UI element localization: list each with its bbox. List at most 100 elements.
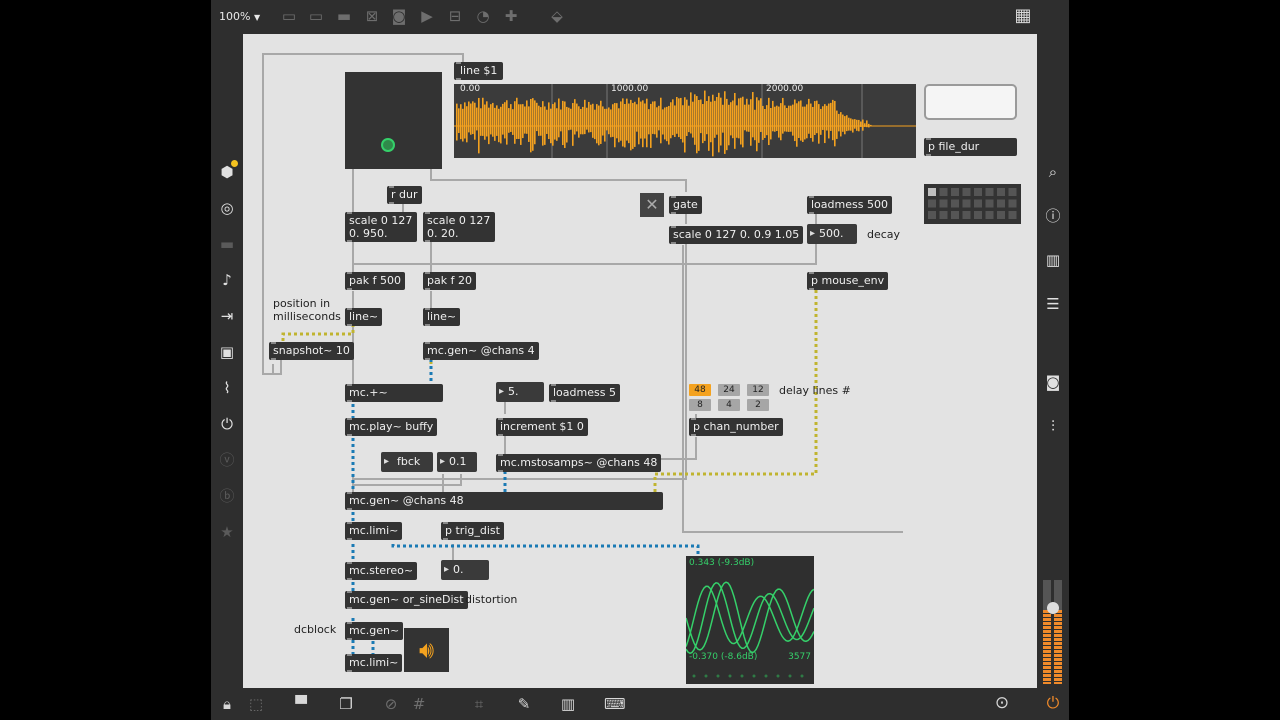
scale-c[interactable]: scale 0 127 0. 0.9 1.05 — [669, 226, 804, 244]
music-note-icon[interactable]: ♪ — [217, 270, 237, 290]
gate-toggle[interactable]: ✕ — [640, 193, 664, 217]
pak-500[interactable]: pak f 500 — [345, 272, 405, 290]
matrix-cell[interactable] — [1008, 211, 1017, 219]
gate-object[interactable]: gate — [669, 196, 702, 214]
windows-icon[interactable]: ❐ — [337, 696, 355, 712]
matrix-cell[interactable] — [985, 188, 994, 196]
xy-pad-knob[interactable] — [381, 138, 395, 152]
hide-icon[interactable]: ⊘ — [382, 696, 400, 712]
scale-a[interactable]: scale 0 127 0. 950. — [345, 212, 417, 242]
camera-icon[interactable]: ◙ — [1043, 372, 1063, 392]
matrix-control[interactable] — [924, 184, 1021, 224]
magnet-icon[interactable]: ⌗ — [470, 696, 488, 712]
loadmess-5[interactable]: loadmess 5 — [549, 384, 620, 402]
grid-icon[interactable]: # — [410, 696, 428, 712]
p-mouse-env[interactable]: p mouse_env — [807, 272, 889, 290]
zoom-control[interactable]: 100% ▼ — [219, 10, 260, 23]
paint-bucket-icon[interactable]: ⬙ — [548, 8, 566, 24]
r-dur[interactable]: r dur — [387, 186, 422, 204]
matrix-cell[interactable] — [974, 199, 982, 208]
plug-icon[interactable]: ⏻ — [217, 414, 237, 434]
inlet-icon[interactable]: ▶ — [418, 8, 436, 24]
matrix-cell[interactable] — [928, 199, 936, 208]
mc-gen-sinedist[interactable]: mc.gen~ or_sineDist — [345, 591, 468, 609]
matrix-cell[interactable] — [997, 199, 1005, 208]
matrix-cell[interactable] — [928, 211, 936, 219]
mc-plus[interactable]: mc.+~ — [345, 384, 443, 402]
radio-2[interactable]: 2 — [747, 399, 769, 411]
mixer-icon[interactable]: ⫶ — [1043, 416, 1063, 436]
oscilloscope[interactable]: 0.343 (-9.3dB) -0.370 (-8.6dB) 3577 — [685, 556, 815, 684]
display-icon[interactable]: ▬ — [217, 234, 237, 254]
matrix-cell[interactable] — [974, 188, 982, 196]
matrix-cell[interactable] — [985, 211, 994, 219]
wrench-icon[interactable]: ✎ — [515, 696, 533, 712]
toggle-x-icon[interactable]: ⊠ — [363, 8, 381, 24]
edit-icon[interactable]: ⬚ — [247, 696, 265, 712]
number-box-icon[interactable]: ⊟ — [446, 8, 464, 24]
power-icon[interactable]: ⏻ — [1044, 695, 1062, 711]
radio-8[interactable]: 8 — [689, 399, 711, 411]
xy-pad[interactable] — [345, 72, 442, 169]
add-object-icon[interactable]: ✚ — [502, 8, 520, 24]
p-trig-dist[interactable]: p trig_dist — [441, 522, 504, 540]
scale-b[interactable]: scale 0 127 0. 20. — [423, 212, 495, 242]
matrix-cell[interactable] — [1008, 199, 1017, 208]
matrix-cell[interactable] — [985, 199, 994, 208]
speaker-icon[interactable]: 🔊︎ — [404, 628, 449, 672]
matrix-cell[interactable] — [962, 188, 971, 196]
matrix-cell[interactable] — [997, 188, 1005, 196]
matrix-cell[interactable] — [951, 211, 959, 219]
file-duration-box[interactable] — [924, 84, 1017, 120]
cube-icon[interactable]: ⬢ — [217, 160, 238, 182]
matrix-cell[interactable] — [962, 199, 971, 208]
mc-gen-chans48[interactable]: mc.gen~ @chans 48 — [345, 492, 663, 510]
p-chan-number[interactable]: p chan_number — [689, 418, 783, 436]
radio-4[interactable]: 4 — [718, 399, 740, 411]
play-sequence-icon[interactable]: ⇥ — [217, 306, 237, 326]
pak-20[interactable]: pak f 20 — [423, 272, 476, 290]
decay-number[interactable]: 500. — [807, 224, 857, 244]
increment-message[interactable]: increment $1 0 — [496, 418, 588, 436]
lock-icon[interactable]: 🔒︎ — [218, 696, 236, 712]
b-badge-icon[interactable]: ⓑ — [217, 486, 237, 506]
star-icon[interactable]: ★ — [217, 522, 237, 542]
info-icon[interactable]: ⓘ — [1043, 206, 1063, 226]
paperclip-icon[interactable]: ⌇ — [217, 378, 237, 398]
radio-48[interactable]: 48 — [689, 384, 711, 396]
presentation-icon[interactable]: ▭ — [280, 8, 298, 24]
mc-mstosamps[interactable]: mc.mstosamps~ @chans 48 — [496, 454, 662, 472]
matrix-cell[interactable] — [974, 211, 982, 219]
loadmess-500[interactable]: loadmess 500 — [807, 196, 892, 214]
matrix-cell[interactable] — [951, 199, 959, 208]
line-tilde-b[interactable]: line~ — [423, 308, 461, 326]
comment-icon[interactable]: ▬ — [335, 8, 353, 24]
matrix-cell[interactable] — [939, 199, 948, 208]
matrix-cell[interactable] — [928, 188, 936, 196]
matrix-cell[interactable] — [1008, 188, 1017, 196]
presentation-icon[interactable]: ▀ — [292, 696, 310, 712]
list-icon[interactable]: ☰ — [1043, 294, 1063, 314]
piano-icon[interactable]: ▥ — [559, 696, 577, 712]
radio-24[interactable]: 24 — [718, 384, 740, 396]
grid-list-icon[interactable]: ▦ — [1014, 7, 1032, 25]
output-level-meter[interactable] — [1043, 580, 1063, 686]
number-5[interactable]: 5. — [496, 382, 544, 402]
mc-gen-dc[interactable]: mc.gen~ — [345, 622, 404, 640]
image-icon[interactable]: ▣ — [217, 342, 237, 362]
fbck-number[interactable]: 0.1 — [437, 452, 477, 472]
distortion-number[interactable]: 0. — [441, 560, 489, 580]
radio-12[interactable]: 12 — [747, 384, 769, 396]
mc-limi-a[interactable]: mc.limi~ — [345, 522, 403, 540]
p-file-dur[interactable]: p file_dur — [924, 138, 1017, 156]
snapshot[interactable]: snapshot~ 10 — [269, 342, 354, 360]
book-icon[interactable]: ▥ — [1043, 250, 1063, 270]
mc-gen-chans4[interactable]: mc.gen~ @chans 4 — [423, 342, 539, 360]
waveform-display[interactable]: 0.00 1000.00 2000.00 — [454, 84, 916, 158]
matrix-cell[interactable] — [939, 211, 948, 219]
search-icon[interactable]: ⌕ — [1043, 162, 1063, 182]
line-message[interactable]: line $1 — [454, 62, 504, 80]
matrix-cell[interactable] — [939, 188, 948, 196]
message-box-icon[interactable]: ▭ — [307, 8, 325, 24]
matrix-cell[interactable] — [997, 211, 1005, 219]
